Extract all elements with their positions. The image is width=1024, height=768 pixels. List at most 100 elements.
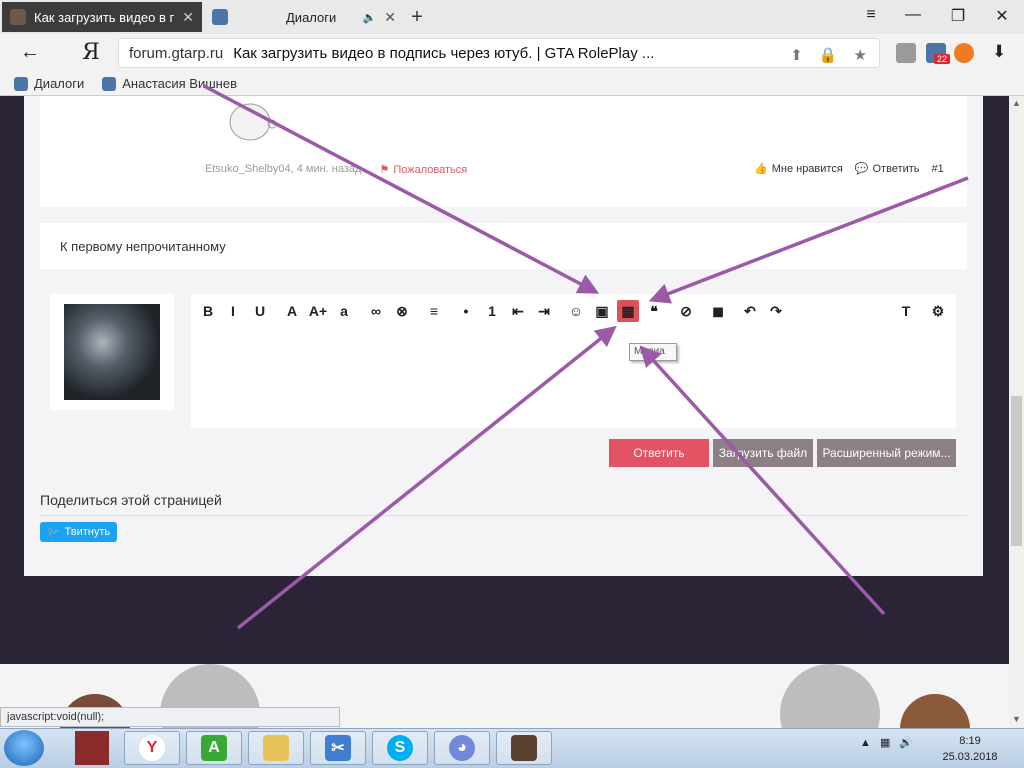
taskbar-app-green[interactable]: A <box>186 731 242 765</box>
close-tab-icon[interactable]: ✕ <box>182 9 194 26</box>
tweet-button[interactable]: 🐦 Твитнуть <box>40 522 117 542</box>
close-window-icon[interactable]: ✕ <box>988 6 1016 26</box>
align-icon[interactable]: ≡ <box>423 300 445 322</box>
reply-button[interactable]: Ответить <box>609 439 709 467</box>
redo-icon[interactable]: ↷ <box>765 300 787 322</box>
forum-favicon-icon <box>10 9 26 25</box>
vk-favicon-icon <box>212 9 228 25</box>
clock[interactable]: 8:19 25.03.2018 <box>940 733 1000 765</box>
character-face-image <box>780 664 880 728</box>
spoiler-icon[interactable]: ⊘ <box>675 300 697 322</box>
unlink-icon[interactable]: ⊗ <box>391 300 413 322</box>
tab-dialogs[interactable]: Диалоги 🔈 ✕ <box>204 2 404 32</box>
windows-start-icon[interactable] <box>4 730 44 766</box>
star-icon[interactable]: ★ <box>854 46 867 64</box>
sound-icon[interactable]: 🔈 <box>363 11 377 24</box>
post-author-time[interactable]: Etsuko_Shelby04, 4 мин. назад <box>205 163 361 176</box>
extension-icon[interactable] <box>896 43 916 63</box>
notification-badge: 22 <box>934 54 951 64</box>
italic-icon[interactable]: I <box>222 300 244 322</box>
chat-icon <box>14 76 28 91</box>
toggle-bbcode-icon[interactable]: ⚙ <box>927 300 949 322</box>
yandex-browser-icon: Y <box>139 735 165 761</box>
scroll-thumb[interactable] <box>1011 396 1022 546</box>
taskbar-snipping[interactable]: ✂ <box>310 731 366 765</box>
upload-file-button[interactable]: Загрузить файл <box>713 439 813 467</box>
bold-icon[interactable]: B <box>197 300 219 322</box>
scroll-down-icon[interactable]: ▼ <box>1012 714 1021 724</box>
back-arrow-icon[interactable]: ← <box>20 41 40 64</box>
report-link[interactable]: ⚑ Пожаловаться <box>379 163 467 177</box>
media-tooltip: Медиа <box>629 343 677 361</box>
like-link[interactable]: 👍 Мне нравится <box>754 162 843 176</box>
restore-icon[interactable]: ❐ <box>944 6 972 26</box>
taskbar-app-tile[interactable] <box>64 731 120 765</box>
share-title: Поделиться этой страницей <box>40 492 222 508</box>
reader-icon[interactable]: ⬆ <box>790 46 803 64</box>
save-draft-icon[interactable]: ◼ <box>707 300 729 322</box>
post-number[interactable]: #1 <box>932 163 944 175</box>
avatar[interactable] <box>64 304 160 400</box>
folder-icon <box>263 735 289 761</box>
tab-active[interactable]: Как загрузить видео в по ✕ <box>2 2 202 32</box>
quote-icon[interactable]: ❝ <box>643 300 665 322</box>
menu-icon[interactable]: ≡ <box>857 6 885 24</box>
bookmark-label: Анастасия Вишнев <box>122 76 237 91</box>
media-icon[interactable]: ▦ <box>617 300 639 322</box>
clock-date: 25.03.2018 <box>942 751 998 763</box>
system-tray: ▲ ▦ 🔊 <box>860 736 913 749</box>
clock-time: 8:19 <box>959 735 981 747</box>
indent-icon[interactable]: ⇥ <box>533 300 555 322</box>
discord-icon: ◕ <box>449 735 475 761</box>
post-card <box>40 96 967 207</box>
tweet-label: Твитнуть <box>64 526 111 538</box>
bookmark-dialogs[interactable]: Диалоги <box>14 76 84 91</box>
taskbar-explorer[interactable] <box>248 731 304 765</box>
smilies-icon[interactable]: ☺ <box>565 300 587 322</box>
volume-icon[interactable]: 🔊 <box>899 737 913 749</box>
game-app-icon <box>511 735 537 761</box>
minimize-icon[interactable]: — <box>899 6 927 24</box>
network-icon[interactable]: ▦ <box>880 737 890 749</box>
skype-icon: S <box>387 735 413 761</box>
link-icon[interactable]: ∞ <box>365 300 387 322</box>
image-icon[interactable]: ▣ <box>591 300 613 322</box>
lock-icon[interactable]: 🔒 <box>819 46 838 64</box>
new-tab-button[interactable]: + <box>406 6 428 29</box>
tray-arrow-icon[interactable]: ▲ <box>860 737 871 749</box>
fire-extension-icon[interactable] <box>954 43 974 63</box>
scissors-icon: ✂ <box>325 735 351 761</box>
like-label: Мне нравится <box>771 162 843 175</box>
text-color-icon[interactable]: A <box>281 300 303 322</box>
underline-icon[interactable]: U <box>249 300 271 322</box>
unread-link[interactable]: К первому непрочитанному <box>40 223 967 269</box>
vk-icon <box>102 76 117 91</box>
page-scrollbar[interactable]: ▲ ▼ <box>1009 96 1024 728</box>
post-actions: 👍 Мне нравится 💬 Ответить #1 <box>754 162 944 176</box>
advanced-mode-button[interactable]: Расширенный режим... <box>817 439 956 467</box>
font-family-icon[interactable]: a <box>333 300 355 322</box>
url-icons: ⬆ 🔒 ★ <box>790 46 867 64</box>
url-domain: forum.gtarp.ru <box>129 44 224 62</box>
url-field[interactable]: forum.gtarp.ru Как загрузить видео в под… <box>118 38 880 68</box>
undo-icon[interactable]: ↶ <box>739 300 761 322</box>
outdent-icon[interactable]: ⇤ <box>507 300 529 322</box>
address-bar: ← Я forum.gtarp.ru Как загрузить видео в… <box>0 34 1024 72</box>
reply-link[interactable]: 💬 Ответить <box>855 162 920 176</box>
download-icon[interactable]: ⬇ <box>992 42 1006 62</box>
font-size-icon[interactable]: A+ <box>307 300 329 322</box>
url-page-title: Как загрузить видео в подпись через ютуб… <box>233 44 655 62</box>
bookmark-label: Диалоги <box>34 76 85 91</box>
close-tab-icon[interactable]: ✕ <box>384 9 396 26</box>
scroll-up-icon[interactable]: ▲ <box>1012 98 1021 108</box>
taskbar-yandex[interactable]: Y <box>124 731 180 765</box>
taskbar-skype[interactable]: S <box>372 731 428 765</box>
bookmark-vk[interactable]: Анастасия Вишнев <box>102 76 237 91</box>
yandex-logo[interactable]: Я <box>82 40 100 65</box>
taskbar-discord[interactable]: ◕ <box>434 731 490 765</box>
bullet-list-icon[interactable]: • <box>455 300 477 322</box>
remove-format-icon[interactable]: T <box>895 300 917 322</box>
taskbar-game[interactable] <box>496 731 552 765</box>
number-list-icon[interactable]: 1 <box>481 300 503 322</box>
tab-title: Диалоги <box>286 9 337 25</box>
